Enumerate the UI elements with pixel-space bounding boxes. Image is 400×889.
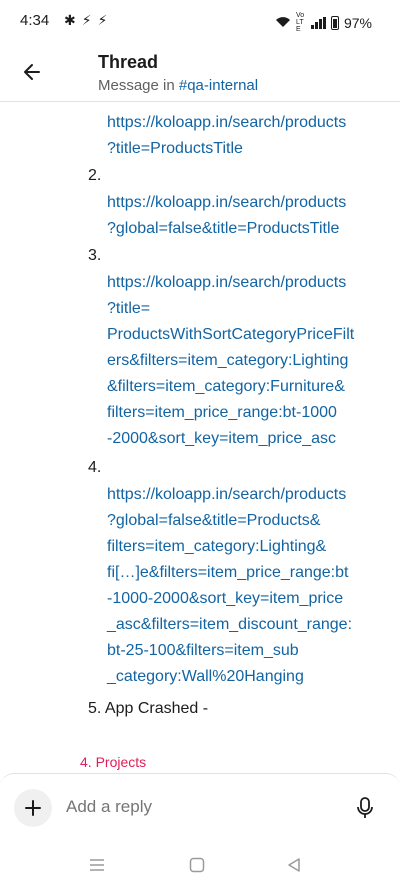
notification-icons: ✱⚡⚡ xyxy=(64,12,113,29)
url-line: _asc&filters=item_discount_range: xyxy=(107,616,353,633)
reply-input[interactable] xyxy=(66,797,287,817)
signal-icon xyxy=(310,16,326,29)
back-nav-button[interactable] xyxy=(284,855,304,875)
item3-url-link[interactable]: https://koloapp.in/search/products ?titl… xyxy=(107,270,392,452)
list-number: 2. xyxy=(88,167,102,184)
battery-icon xyxy=(330,15,339,30)
status-time: 4:34 xyxy=(20,12,50,29)
wifi-icon xyxy=(275,15,291,31)
list-number: 3. xyxy=(88,247,102,264)
url-line: ProductsWithSortCategoryPriceFilt xyxy=(107,326,355,343)
microphone-button[interactable] xyxy=(354,796,378,820)
home-button[interactable] xyxy=(187,855,207,875)
missed-call-icon: ⚡ xyxy=(97,12,114,28)
url-line: ?title= xyxy=(107,300,151,317)
list-item-crash: 5. App Crashed - xyxy=(88,700,209,717)
item2-url-link[interactable]: https://koloapp.in/search/products ?glob… xyxy=(107,190,392,242)
page-title: Thread xyxy=(98,52,159,72)
thread-subtitle: Message in #qa-internal xyxy=(98,77,258,94)
url-line: ?global=false&title=ProductsTitle xyxy=(107,220,340,237)
system-nav-bar xyxy=(0,841,400,889)
item1-url-link[interactable]: https://koloapp.in/search/products ?titl… xyxy=(107,110,392,162)
url-line: -1000-2000&sort_key=item_price xyxy=(107,590,344,607)
url-line: ers&filters=item_category:Lighting xyxy=(107,352,349,369)
projects-heading: 4. Projects xyxy=(80,754,147,770)
url-line: -2000&sort_key=item_price_asc xyxy=(107,430,337,447)
url-line: https://koloapp.in/search/products xyxy=(107,274,347,291)
thread-header: Thread Message in #qa-internal xyxy=(0,44,400,102)
url-line: https://koloapp.in/search/products xyxy=(107,194,347,211)
message-content: https://koloapp.in/search/products ?titl… xyxy=(0,103,400,773)
list-number: 4. xyxy=(88,459,102,476)
url-line: filters=item_category:Lighting& xyxy=(107,538,327,555)
recents-button[interactable] xyxy=(87,855,107,875)
reply-composer xyxy=(0,773,400,841)
url-line: https://koloapp.in/search/products xyxy=(107,486,347,503)
item4-url-link[interactable]: https://koloapp.in/search/products ?glob… xyxy=(107,482,392,690)
add-attachment-button[interactable] xyxy=(14,789,52,827)
url-line: fi[…]e&filters=item_price_range:bt xyxy=(107,564,349,581)
slack-icon: ✱ xyxy=(64,12,82,28)
missed-call-icon: ⚡ xyxy=(81,12,98,28)
status-bar: 4:34 ✱⚡⚡ Vo LTE 97% xyxy=(0,0,400,44)
plus-icon xyxy=(25,800,41,816)
square-icon xyxy=(189,857,205,873)
microphone-icon xyxy=(357,797,373,818)
url-line: &filters=item_category:Furniture& xyxy=(107,378,345,395)
arrow-left-icon xyxy=(24,64,40,80)
battery-percent: 97% xyxy=(343,14,372,31)
status-right-icons: Vo LTE 97% xyxy=(275,12,372,33)
channel-link[interactable]: #qa-internal xyxy=(179,77,258,94)
url-line: ?global=false&title=Products& xyxy=(107,512,321,529)
url-line: ?title=ProductsTitle xyxy=(107,140,243,157)
url-line: filters=item_price_range:bt-1000 xyxy=(107,404,337,421)
triangle-back-icon xyxy=(288,858,300,872)
url-line: bt-25-100&filters=item_sub xyxy=(107,642,299,659)
url-line: https://koloapp.in/search/products xyxy=(107,114,347,131)
url-line: _category:Wall%20Hanging xyxy=(107,668,304,685)
network-label: Vo LTE xyxy=(295,12,305,33)
subtitle-prefix: Message in xyxy=(98,77,179,94)
back-button[interactable] xyxy=(18,58,46,86)
menu-icon xyxy=(90,859,104,871)
